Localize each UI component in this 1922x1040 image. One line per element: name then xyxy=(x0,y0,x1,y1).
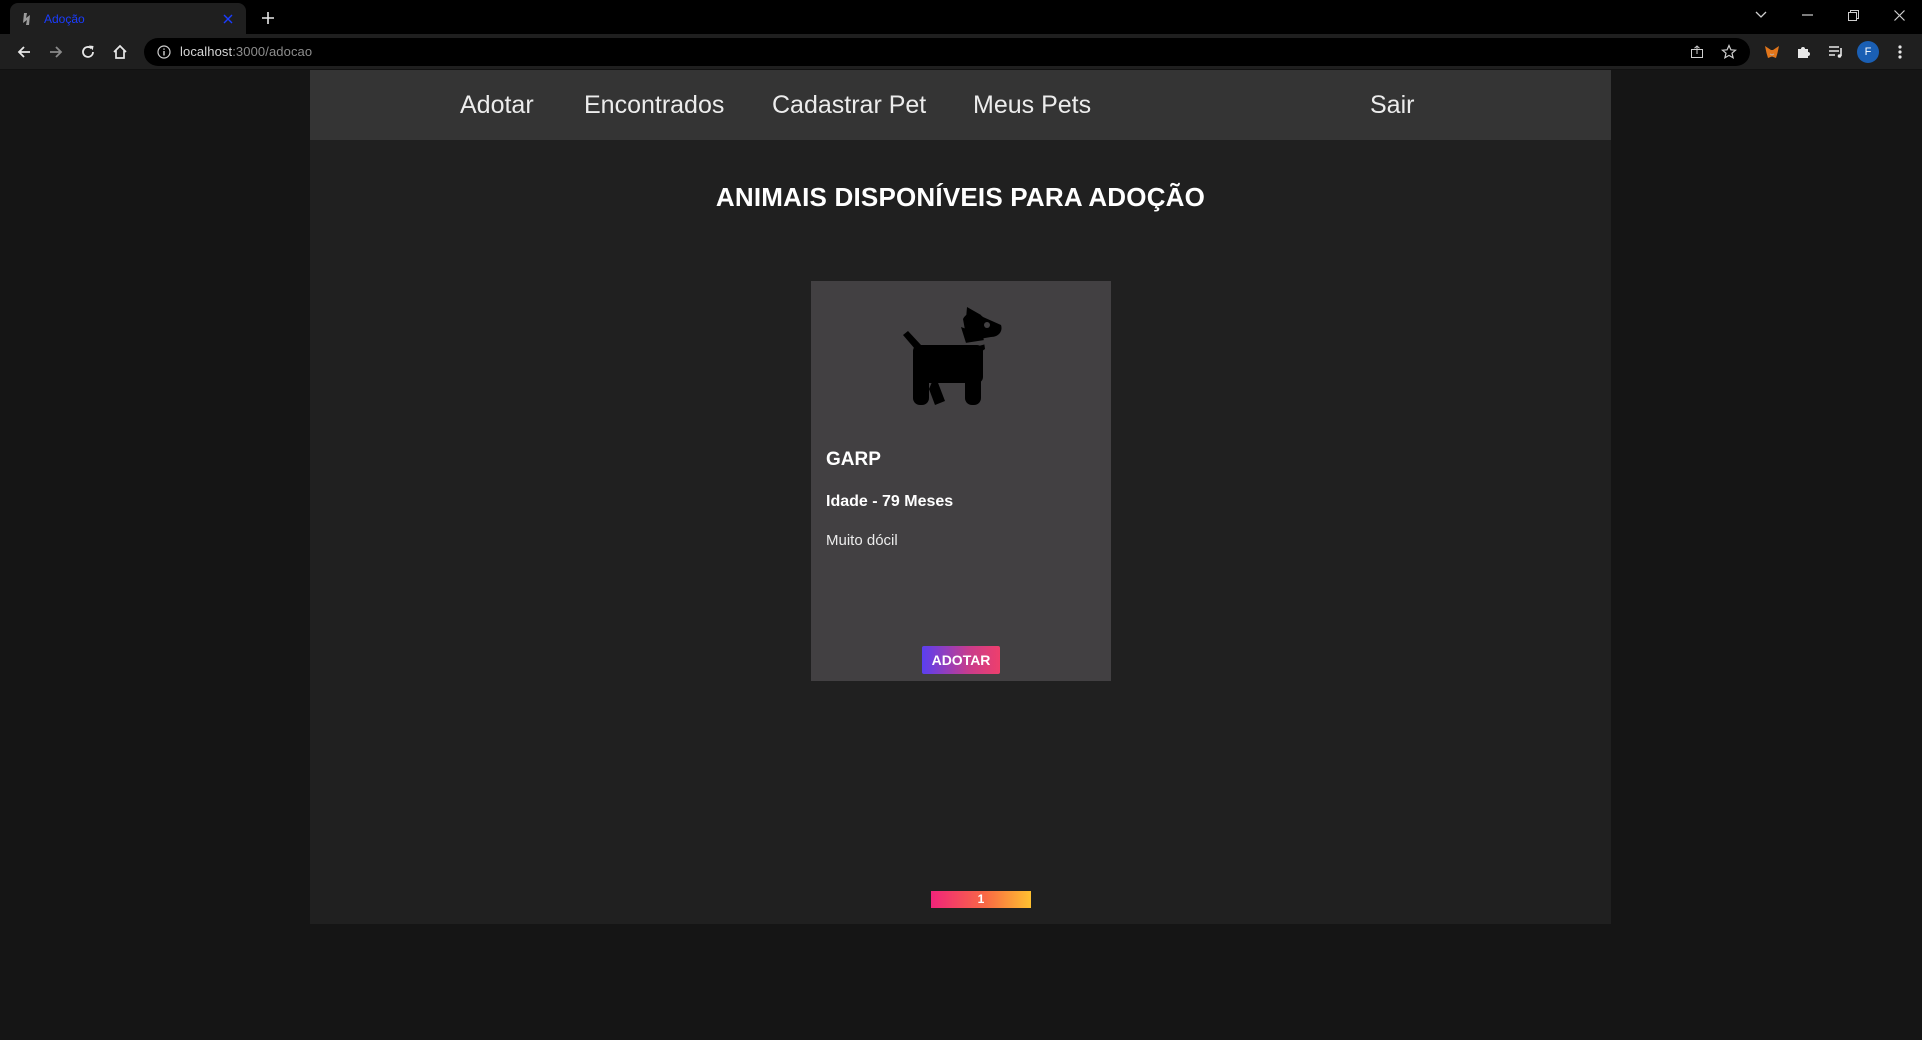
pet-description: Muito dócil xyxy=(826,532,898,549)
close-window-button[interactable] xyxy=(1876,0,1922,30)
pet-age: Idade - 79 Meses xyxy=(826,493,954,510)
chevron-down-icon xyxy=(1755,11,1767,18)
profile-button[interactable]: F xyxy=(1854,38,1882,66)
top-navbar: Adotar Encontrados Cadastrar Pet Meus Pe… xyxy=(310,70,1611,140)
nav-link-adotar[interactable]: Adotar xyxy=(460,70,534,140)
avatar: F xyxy=(1857,40,1879,63)
back-button[interactable] xyxy=(8,36,40,68)
nav-link-cadastrar-pet[interactable]: Cadastrar Pet xyxy=(772,70,926,140)
minimize-button[interactable] xyxy=(1784,0,1830,30)
home-icon xyxy=(113,44,127,59)
extensions-puzzle-icon[interactable] xyxy=(1790,38,1818,66)
dog-icon xyxy=(903,307,1002,405)
adopt-button[interactable]: ADOTAR xyxy=(922,646,1000,674)
app-container: Adotar Encontrados Cadastrar Pet Meus Pe… xyxy=(310,70,1611,924)
nav-link-sair[interactable]: Sair xyxy=(1370,70,1414,140)
page-button-current[interactable]: 1 xyxy=(931,891,1031,908)
url-path: :3000/adocao xyxy=(232,44,313,59)
page-viewport: Adotar Encontrados Cadastrar Pet Meus Pe… xyxy=(0,70,1922,1040)
url-text: localhost:3000/adocao xyxy=(180,44,312,59)
media-controls-icon[interactable] xyxy=(1822,38,1850,66)
browser-toolbar: localhost:3000/adocao F xyxy=(0,34,1922,70)
home-button[interactable] xyxy=(104,36,136,68)
forward-button[interactable] xyxy=(40,36,72,68)
share-icon[interactable] xyxy=(1684,39,1710,65)
pet-card: GARP Idade - 79 Meses Muito dócil ADOTAR xyxy=(811,281,1111,681)
new-tab-button[interactable] xyxy=(254,4,282,32)
reload-icon xyxy=(82,45,94,58)
site-favicon-icon xyxy=(20,11,36,27)
metamask-fox-icon[interactable] xyxy=(1758,38,1786,66)
reload-button[interactable] xyxy=(72,36,104,68)
nav-link-encontrados[interactable]: Encontrados xyxy=(584,70,724,140)
bookmark-star-icon[interactable] xyxy=(1716,39,1742,65)
extensions-area: F xyxy=(1758,38,1914,66)
arrow-left-icon xyxy=(17,45,30,58)
window-controls xyxy=(1738,0,1922,30)
address-bar[interactable]: localhost:3000/adocao xyxy=(144,37,1750,66)
browser-tab[interactable]: Adoção xyxy=(10,3,246,34)
url-host: localhost xyxy=(180,44,233,59)
restore-button[interactable] xyxy=(1830,0,1876,30)
site-info-icon[interactable] xyxy=(156,44,172,60)
browser-tabbar: Adoção xyxy=(0,0,1922,34)
arrow-right-icon xyxy=(50,45,63,58)
address-bar-actions xyxy=(1684,38,1742,66)
pet-name: GARP xyxy=(826,449,881,470)
tab-title: Adoção xyxy=(44,11,85,26)
close-tab-icon[interactable] xyxy=(220,11,236,27)
minimize-icon xyxy=(1801,14,1813,16)
plus-icon xyxy=(262,12,274,24)
more-menu-icon[interactable] xyxy=(1886,38,1914,66)
close-icon xyxy=(1893,9,1905,21)
page-title: ANIMAIS DISPONÍVEIS PARA ADOÇÃO xyxy=(715,182,1206,212)
pagination: 1 xyxy=(931,891,1031,908)
restore-icon xyxy=(1847,9,1859,21)
tab-search-button[interactable] xyxy=(1738,0,1784,30)
nav-link-meus-pets[interactable]: Meus Pets xyxy=(973,70,1091,140)
